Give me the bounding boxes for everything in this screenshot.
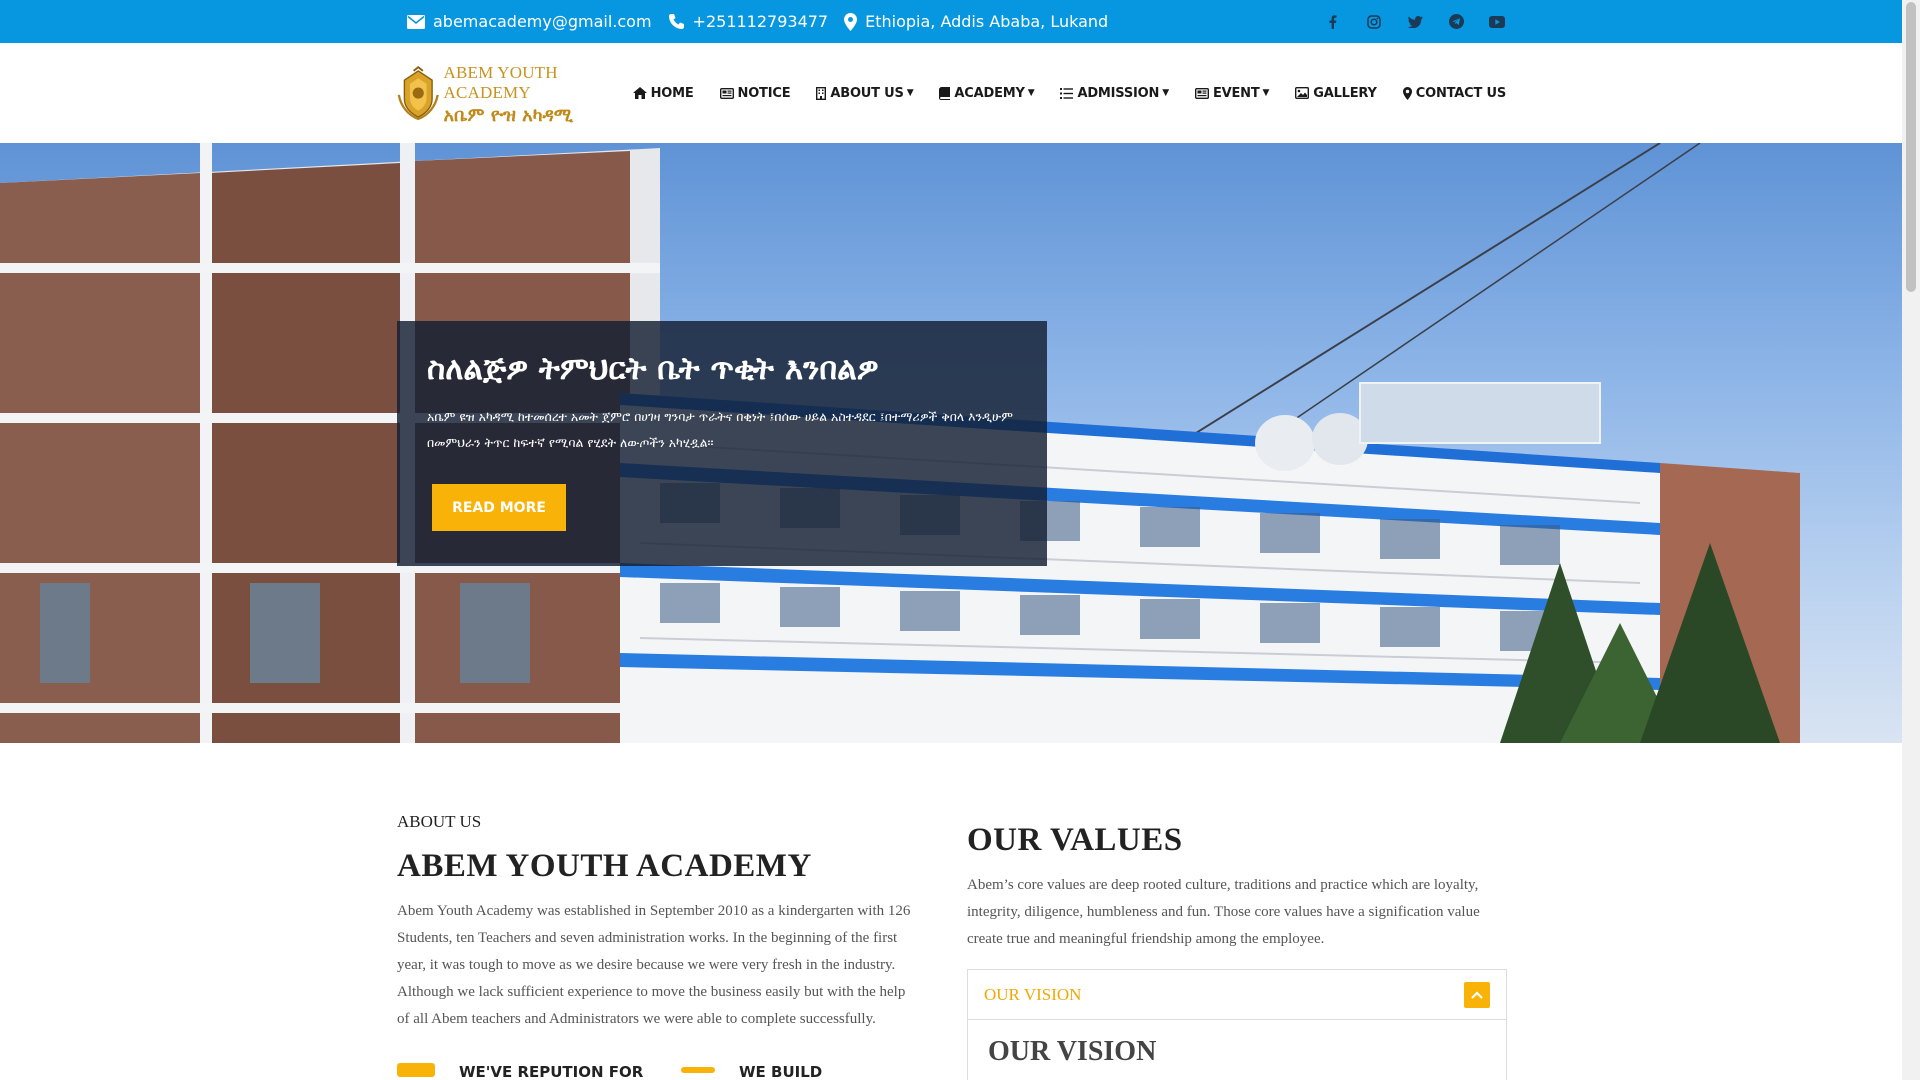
map-marker-icon (844, 12, 858, 31)
main-navbar: ABEM YOUTH ACADEMY አቤም ዮዝ አካዳሚ HOME NOTI… (0, 43, 1902, 143)
site-logo[interactable]: ABEM YOUTH ACADEMY አቤም ዮዝ አካዳሚ (397, 62, 633, 126)
contact-info: abemacademy@gmail.com +251112793477 Ethi… (407, 0, 1124, 43)
nav-admission[interactable]: ADMISSION ▼ (1060, 85, 1169, 101)
twitter-icon[interactable] (1405, 12, 1425, 32)
nav-notice-label: NOTICE (737, 85, 791, 101)
email-contact[interactable]: abemacademy@gmail.com (407, 12, 652, 31)
envelope-icon (407, 14, 425, 29)
trophy-icon (397, 1063, 435, 1077)
about-text: Abem Youth Academy was established in Se… (397, 903, 911, 1027)
accordion-header[interactable]: OUR VISION (968, 970, 1506, 1020)
list-icon (1060, 87, 1074, 99)
nav-home-label: HOME (650, 85, 694, 101)
feature-reputation-label: WE'VE REPUTION FOR (459, 1063, 644, 1080)
nav-about-us[interactable]: ABOUT US ▼ (816, 85, 914, 101)
build-icon (681, 1067, 715, 1073)
youtube-icon[interactable] (1487, 12, 1507, 32)
instagram-icon[interactable] (1364, 12, 1384, 32)
location-contact: Ethiopia, Addis Ababa, Lukand (844, 12, 1108, 31)
values-text: Abem’s core values are deep rooted cultu… (967, 877, 1480, 947)
vision-accordion: OUR VISION OUR VISION (967, 969, 1507, 1080)
accordion-body: OUR VISION (968, 1020, 1506, 1080)
accordion-body-title: OUR VISION (988, 1036, 1157, 1067)
about-title: ABEM YOUTH ACADEMY (397, 848, 812, 884)
chevron-up-icon[interactable] (1464, 981, 1490, 1008)
nav-gallery-label: GALLERY (1313, 85, 1377, 101)
feature-build: WE BUILD (681, 1063, 822, 1080)
phone-icon (668, 14, 684, 29)
social-links (1302, 0, 1507, 43)
hero-title: ስለልጅዎ ትምህርት ቤት ጥቂት እንበልዎ (427, 351, 879, 387)
about-subtitle: ABOUT US (397, 812, 482, 831)
nav-admission-label: ADMISSION (1077, 85, 1160, 101)
nav-event-label: EVENT (1212, 85, 1260, 101)
newspaper-icon (719, 87, 734, 99)
nav-notice[interactable]: NOTICE (719, 85, 791, 101)
accordion-header-label: OUR VISION (984, 984, 1082, 1004)
building-icon (816, 86, 827, 100)
nav-gallery[interactable]: GALLERY (1295, 86, 1377, 101)
about-features: WE'VE REPUTION FOR WE BUILD (397, 1063, 957, 1080)
top-bar: abemacademy@gmail.com +251112793477 Ethi… (0, 0, 1902, 43)
image-icon (1295, 87, 1310, 99)
nav-academy[interactable]: ACADEMY ▼ (939, 85, 1035, 101)
nav-academy-label: ACADEMY (954, 85, 1025, 101)
nav-contact-us[interactable]: CONTACT US (1402, 85, 1506, 101)
phone-contact[interactable]: +251112793477 (668, 12, 829, 31)
chevron-down-icon: ▼ (1027, 88, 1035, 98)
nav-contact-us-label: CONTACT US (1415, 85, 1506, 101)
home-icon (632, 87, 647, 99)
newspaper-icon (1194, 87, 1209, 99)
read-more-button[interactable]: READ MORE (432, 484, 566, 531)
map-marker-icon (1402, 86, 1412, 100)
nav-event[interactable]: EVENT ▼ (1194, 85, 1270, 101)
scrollbar-thumb[interactable] (1906, 2, 1916, 292)
main-menu: HOME NOTICE ABOUT US ▼ ACADEMY ▼ ADMISSI… (607, 43, 1506, 143)
location-text: Ethiopia, Addis Ababa, Lukand (865, 12, 1109, 31)
facebook-icon[interactable] (1323, 12, 1343, 32)
hero-caption: ስለልጅዎ ትምህርት ቤት ጥቂት እንበልዎ አቤም ዩዝ አካዳሚ ከተመ… (397, 321, 1047, 566)
feature-build-label: WE BUILD (739, 1063, 823, 1080)
hero-slider: ስለልጅዎ ትምህርት ቤት ጥቂት እንበልዎ አቤም ዩዝ አካዳሚ ከተመ… (0, 143, 1902, 743)
academy-crest-icon (397, 66, 439, 121)
phone-text: +251112793477 (692, 12, 829, 31)
nav-about-us-label: ABOUT US (830, 85, 904, 101)
page-scrollbar[interactable] (1902, 0, 1920, 1080)
values-title: OUR VALUES (967, 822, 1183, 858)
telegram-icon[interactable] (1446, 12, 1466, 32)
logo-english-text: ABEM YOUTH ACADEMY (443, 62, 558, 102)
nav-home[interactable]: HOME (632, 85, 694, 101)
email-text: abemacademy@gmail.com (433, 12, 652, 31)
values-section: OUR VALUES Abem’s core values are deep r… (967, 822, 1507, 953)
hero-text: አቤም ዩዝ አካዳሚ ከተመሰረተ አመት ጀምሮ በሀገዛ ግንባታ ጥራት… (427, 409, 1013, 450)
about-section: ABOUT US ABEM YOUTH ACADEMY Abem Youth A… (397, 812, 917, 1033)
feature-reputation: WE'VE REPUTION FOR (397, 1063, 643, 1080)
chevron-down-icon: ▼ (1162, 88, 1169, 98)
logo-amharic-text: አቤም ዮዝ አካዳሚ (443, 104, 573, 126)
book-icon (939, 86, 951, 100)
chevron-down-icon: ▼ (906, 88, 914, 98)
chevron-down-icon: ▼ (1262, 88, 1270, 98)
